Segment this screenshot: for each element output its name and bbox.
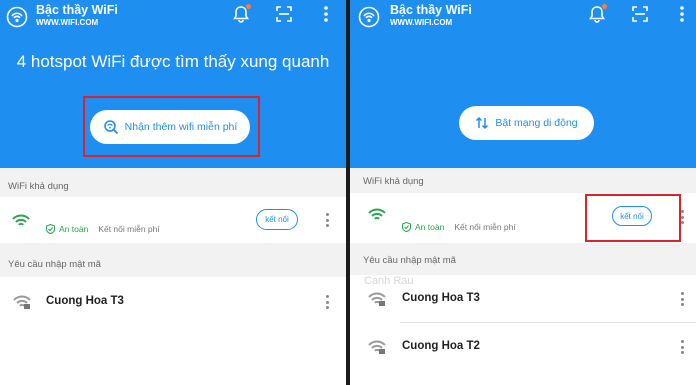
network-name: Cuong Hoa T3	[46, 295, 124, 307]
free-connect-label: Kết nối miễn phí	[454, 222, 516, 232]
notification-badge	[246, 4, 251, 9]
hotspot-count-headline: 4 hotspot WiFi được tìm thấy xung quanh	[16, 52, 330, 71]
app-title: Bậc thầy WiFi	[390, 3, 472, 17]
arrows-updown-icon	[476, 116, 489, 130]
network-name: Cuong Hoa T3	[402, 292, 480, 304]
network-status: An toàn Kết nối miễn phí	[46, 224, 160, 234]
section-available-label: WiFi khả dụng	[8, 181, 69, 192]
app-title: Bậc thầy WiFi	[36, 3, 118, 17]
shield-check-icon	[402, 222, 411, 232]
qr-scan-icon	[276, 6, 292, 22]
app-url: WWW.WIFI.COM	[390, 18, 453, 27]
shield-check-icon	[46, 224, 55, 234]
locked-wifi-icon	[368, 292, 386, 306]
right-screen: Bậc thầy WiFi WWW.WIFI.COM Bật mạng di đ…	[350, 0, 696, 385]
password-network-list: Cuong Hoa T3 Cuong Hoa T2	[350, 275, 696, 385]
safe-label: An toàn	[59, 224, 89, 234]
password-network-row[interactable]: Cuong Hoa T3	[0, 277, 346, 327]
wifi-icon	[368, 208, 386, 220]
wifi-icon	[12, 214, 30, 226]
scan-button[interactable]	[629, 3, 651, 25]
more-vertical-icon	[324, 6, 328, 22]
app-url: WWW.WIFI.COM	[36, 18, 99, 27]
safe-label: An toàn	[415, 222, 445, 232]
password-network-row[interactable]: Cuong Hoa T2	[350, 323, 696, 371]
notification-button[interactable]	[586, 3, 608, 25]
hero-header: Bậc thầy WiFi WWW.WIFI.COM Bật mạng di đ…	[350, 0, 696, 168]
more-menu-button[interactable]	[315, 3, 337, 25]
more-menu-button[interactable]	[671, 3, 693, 25]
qr-scan-icon	[632, 6, 648, 22]
locked-wifi-icon	[13, 295, 31, 309]
enable-mobile-data-label: Bật mạng di động	[495, 117, 578, 129]
highlight-box	[83, 96, 260, 157]
section-available-label: WiFi khả dụng	[363, 176, 424, 187]
enable-mobile-data-button[interactable]: Bật mạng di động	[459, 106, 594, 140]
section-password-label: Yêu cầu nhập mật mã	[363, 255, 456, 266]
more-vertical-icon	[680, 6, 684, 22]
section-password-label: Yêu cầu nhập mật mã	[8, 259, 101, 270]
connect-button[interactable]: kết nối	[256, 209, 298, 230]
scan-button[interactable]	[273, 3, 295, 25]
notification-badge	[602, 4, 607, 9]
network-name: Cuong Hoa T2	[402, 340, 480, 352]
network-more-button[interactable]	[680, 340, 684, 354]
locked-wifi-icon	[368, 340, 386, 354]
network-more-button[interactable]	[680, 292, 684, 306]
password-network-list: Cuong Hoa T3	[0, 277, 346, 385]
brand-wifi-logo-icon	[6, 6, 28, 28]
brand-wifi-logo-icon	[358, 6, 380, 28]
highlight-box	[585, 194, 681, 242]
network-status: An toàn Kết nối miễn phí	[402, 222, 516, 232]
network-more-button[interactable]	[325, 213, 329, 227]
left-screen: Bậc thầy WiFi WWW.WIFI.COM 4 hotspot WiF…	[0, 0, 346, 385]
free-connect-label: Kết nối miễn phí	[98, 224, 160, 234]
notification-button[interactable]	[230, 3, 252, 25]
available-network-row[interactable]: An toàn Kết nối miễn phí kết nối	[0, 197, 346, 243]
watermark: Canh Rau	[364, 275, 414, 287]
network-more-button[interactable]	[325, 295, 329, 309]
